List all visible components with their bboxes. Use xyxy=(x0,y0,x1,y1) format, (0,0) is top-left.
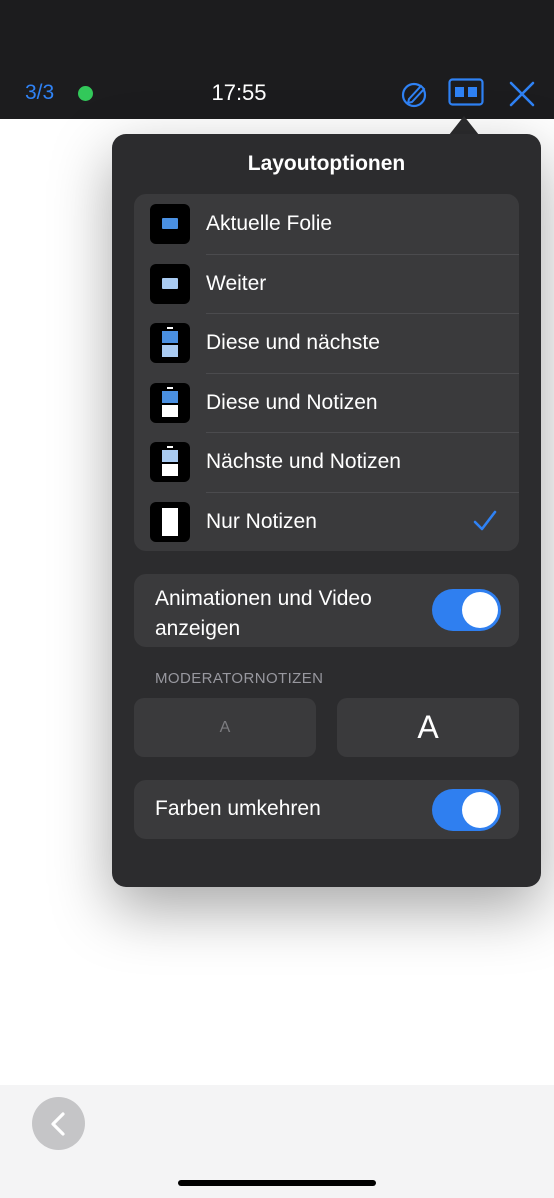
checkmark-icon xyxy=(473,510,497,537)
layout-option-label: Aktuelle Folie xyxy=(206,212,333,235)
layout-option-label: Weiter xyxy=(206,271,267,295)
animations-label: Animationen und Video anzeigen xyxy=(155,587,372,640)
invert-colors-label: Farben umkehren xyxy=(155,797,321,820)
toggle-knob xyxy=(462,792,498,828)
back-button[interactable] xyxy=(32,1097,85,1150)
current-and-next-icon xyxy=(150,323,190,363)
notes-section-header: MODERATORNOTIZEN xyxy=(155,670,324,687)
layout-option-current-and-notes[interactable]: Diese und Notizen xyxy=(134,372,519,433)
current-slide-icon xyxy=(150,204,190,244)
layout-options-icon[interactable] xyxy=(448,78,484,106)
draw-pen-icon[interactable] xyxy=(400,79,430,109)
next-slide-icon xyxy=(150,263,190,304)
layout-list: Aktuelle Folie Weiter Diese und nächste xyxy=(134,194,519,551)
decrease-font-button[interactable]: A xyxy=(134,698,316,757)
invert-colors-setting: Farben umkehren xyxy=(134,780,519,839)
decrease-font-label: A xyxy=(219,719,231,736)
layout-option-notes-only[interactable]: Nur Notizen xyxy=(134,491,519,552)
current-and-notes-icon xyxy=(150,382,190,423)
increase-font-button[interactable]: A xyxy=(337,698,519,757)
home-indicator xyxy=(178,1180,376,1186)
layout-option-next[interactable]: Weiter xyxy=(134,253,519,314)
chevron-left-icon xyxy=(51,1112,65,1136)
popover-title: Layoutoptionen xyxy=(247,152,406,175)
layout-options-popover: Layoutoptionen Aktuelle Folie Weiter Die… xyxy=(112,134,541,887)
notes-only-icon xyxy=(150,501,190,542)
layout-option-current-and-next[interactable]: Diese und nächste xyxy=(134,313,519,373)
popover-arrow xyxy=(449,116,479,135)
layout-option-next-and-notes[interactable]: Nächste und Notizen xyxy=(134,432,519,492)
next-and-notes-icon xyxy=(150,442,190,482)
layout-option-label: Nächste und Notizen xyxy=(206,450,401,473)
presenter-toolbar: 3/3 17:55 xyxy=(0,0,554,119)
animations-setting: Animationen und Video anzeigen xyxy=(134,574,519,647)
toggle-knob xyxy=(462,592,498,628)
close-icon[interactable] xyxy=(507,79,537,109)
layout-option-label: Diese und nächste xyxy=(206,331,380,354)
layout-option-label: Nur Notizen xyxy=(206,509,317,533)
invert-colors-toggle[interactable] xyxy=(432,789,501,831)
increase-font-label: A xyxy=(417,709,439,745)
layout-option-label: Diese und Notizen xyxy=(206,390,378,414)
layout-option-current-slide[interactable]: Aktuelle Folie xyxy=(134,194,519,254)
animations-toggle[interactable] xyxy=(432,589,501,631)
